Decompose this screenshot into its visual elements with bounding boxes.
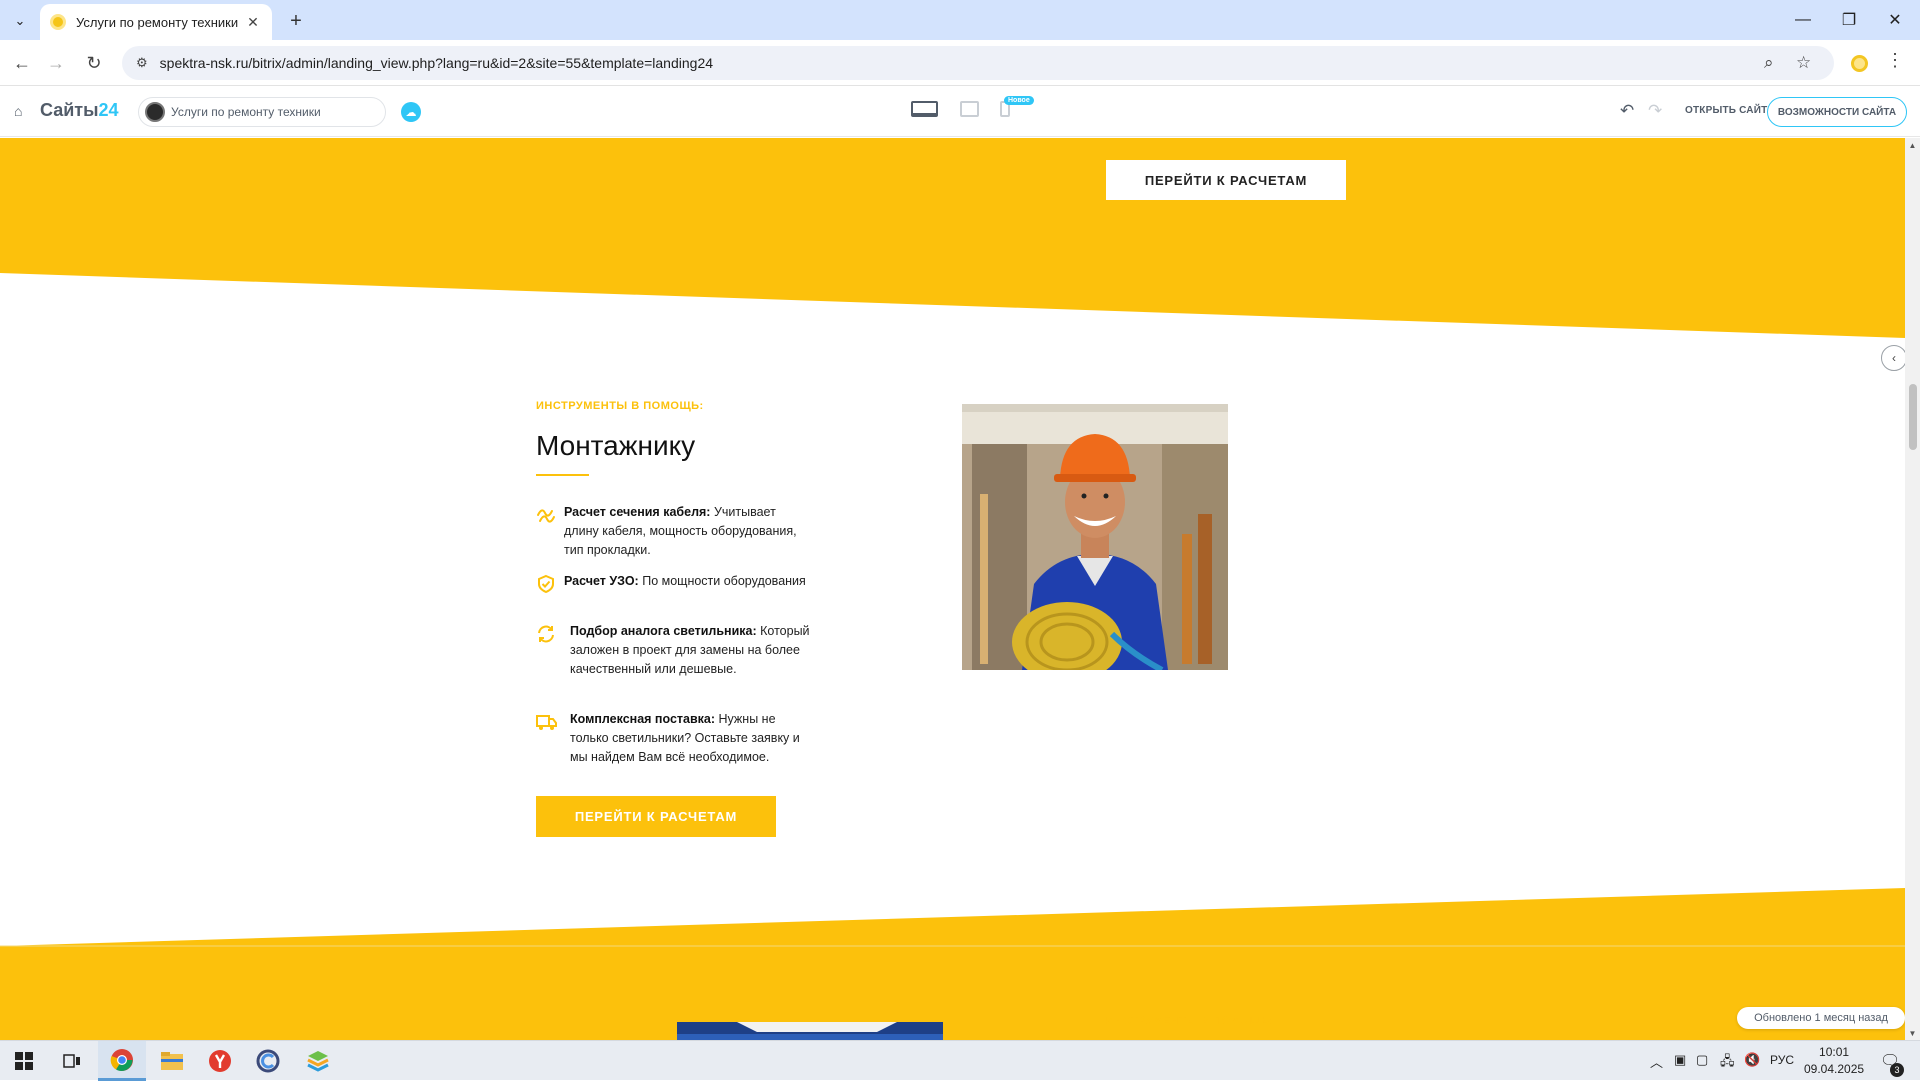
tray-overflow-icon[interactable]: ︿ xyxy=(1650,1052,1663,1071)
home-icon[interactable]: ⌂ xyxy=(14,103,22,119)
landing-viewport: ПЕРЕЙТИ К РАСЧЕТАМ ‹ ИНСТРУМЕНТЫ В ПОМОЩ… xyxy=(0,138,1905,1040)
next-section-photo xyxy=(677,1022,943,1040)
feature-title: Подбор аналога светильника: xyxy=(570,624,757,638)
windows-logo-icon xyxy=(15,1052,33,1070)
truck-icon xyxy=(536,710,558,767)
feature-title: Расчет сечения кабеля: xyxy=(564,505,711,519)
tray-app-icon[interactable]: ▣ xyxy=(1674,1052,1686,1068)
zoom-icon[interactable]: ⌕ xyxy=(1764,46,1774,80)
new-badge: Новое xyxy=(1004,96,1034,105)
chevron-down-icon: ⌄ xyxy=(14,13,26,28)
scrollbar-thumb[interactable] xyxy=(1909,384,1917,450)
bookmark-star-icon[interactable]: ☆ xyxy=(1796,46,1811,80)
scroll-down-icon[interactable]: ▼ xyxy=(1905,1026,1920,1040)
site-favicon-icon xyxy=(50,14,66,30)
c-app-icon xyxy=(256,1049,280,1073)
arrow-left-icon: ← xyxy=(13,52,31,73)
address-bar[interactable]: ⚙ spektra-nsk.ru/bitrix/admin/landing_vi… xyxy=(122,46,1834,80)
next-section-subtitle: ИНСТРУМЕНТЫ В ПОМОЩЬ: xyxy=(1106,1015,1274,1027)
tray-monitor-icon[interactable]: ▢ xyxy=(1696,1052,1708,1068)
folder-icon xyxy=(161,1052,183,1070)
bitrix-panel: ⌂ Сайты24 Услуги по ремонту техники ☁ Но… xyxy=(0,87,1920,137)
back-button[interactable]: ← xyxy=(8,49,36,77)
browser-tab-strip: ⌄ Услуги по ремонту техники ✕ + — ❐ ✕ xyxy=(0,0,1920,40)
section-calc-button[interactable]: ПЕРЕЙТИ К РАСЧЕТАМ xyxy=(536,796,776,837)
page-scrollbar[interactable]: ▲ ▼ xyxy=(1905,138,1920,1040)
layers-icon xyxy=(307,1051,329,1072)
task-view-icon xyxy=(63,1054,80,1068)
minimize-button[interactable]: — xyxy=(1780,0,1826,40)
volume-muted-icon[interactable]: 🔇 xyxy=(1744,1052,1760,1068)
tablet-view-icon[interactable] xyxy=(960,101,979,117)
feature-item: Расчет УЗО: По мощности оборудования xyxy=(536,572,806,599)
feature-item: Расчет сечения кабеля: Учитывает длину к… xyxy=(536,503,806,560)
site-avatar xyxy=(145,102,165,122)
reload-button[interactable]: ↻ xyxy=(80,49,108,77)
site-selector[interactable]: Услуги по ремонту техники xyxy=(138,97,386,127)
section-title: Монтажнику xyxy=(536,430,696,461)
feature-title: Расчет УЗО: xyxy=(564,574,639,588)
bottom-yellow-section xyxy=(0,888,1905,1040)
shield-check-icon xyxy=(536,572,558,599)
file-explorer-button[interactable] xyxy=(148,1041,196,1081)
plus-icon: + xyxy=(290,9,302,32)
cable-icon xyxy=(536,503,558,560)
browser-tab[interactable]: Услуги по ремонту техники ✕ xyxy=(40,4,272,40)
task-view-button[interactable] xyxy=(48,1041,96,1081)
browser-toolbar: ← → ↻ ⚙ spektra-nsk.ru/bitrix/admin/land… xyxy=(0,40,1920,86)
notification-count-badge: 3 xyxy=(1890,1063,1904,1077)
app-c-button[interactable] xyxy=(244,1041,292,1081)
yandex-browser-button[interactable] xyxy=(196,1041,244,1081)
feature-text: По мощности оборудования xyxy=(638,574,806,588)
url-text: spektra-nsk.ru/bitrix/admin/landing_view… xyxy=(159,55,714,71)
refresh-icon xyxy=(536,622,558,679)
clock[interactable]: 10:01 09.04.2025 xyxy=(1804,1044,1864,1078)
open-site-button[interactable]: ОТКРЫТЬ САЙТ xyxy=(1685,105,1767,116)
cloud-icon[interactable]: ☁ xyxy=(401,102,421,122)
close-tab-icon[interactable]: ✕ xyxy=(244,14,262,31)
top-calc-button[interactable]: ПЕРЕЙТИ К РАСЧЕТАМ xyxy=(1106,160,1346,200)
chrome-taskbar-button[interactable] xyxy=(98,1041,146,1081)
forward-button[interactable]: → xyxy=(42,49,70,77)
network-icon[interactable]: 🖧 xyxy=(1720,1052,1735,1074)
start-button[interactable] xyxy=(0,1041,48,1081)
new-tab-button[interactable]: + xyxy=(282,8,310,34)
clock-date: 09.04.2025 xyxy=(1804,1062,1865,1076)
restore-icon: ❐ xyxy=(1841,12,1857,29)
yandex-icon xyxy=(209,1050,231,1072)
extension-icon[interactable] xyxy=(1851,55,1868,72)
reload-icon: ↻ xyxy=(86,52,102,73)
feature-item: Комплексная поставка: Нужны не только св… xyxy=(536,710,812,767)
layers-app-button[interactable] xyxy=(294,1041,342,1081)
browser-menu-icon[interactable]: ⋮ xyxy=(1886,50,1904,71)
tab-search-button[interactable]: ⌄ xyxy=(6,8,34,34)
arrow-right-icon: → xyxy=(47,52,65,73)
undo-icon[interactable]: ↶ xyxy=(1620,101,1634,121)
site-settings-icon[interactable]: ⚙ xyxy=(136,55,148,71)
feature-title: Комплексная поставка: xyxy=(570,712,716,726)
top-yellow-section xyxy=(0,138,1905,338)
tab-title: Услуги по ремонту техники xyxy=(76,14,239,30)
title-underline xyxy=(536,474,589,476)
redo-icon[interactable]: ↷ xyxy=(1648,101,1662,121)
updated-status-badge: Обновлено 1 месяц назад xyxy=(1737,1007,1905,1029)
chrome-icon xyxy=(110,1048,133,1071)
bitrix-logo[interactable]: Сайты24 xyxy=(40,100,119,121)
technician-photo xyxy=(962,404,1228,670)
restore-button[interactable]: ❐ xyxy=(1826,0,1872,40)
windows-taskbar: ︿ ▣ ▢ 🖧 🔇 РУС 10:01 09.04.2025 🗨 3 xyxy=(0,1040,1920,1081)
section-subtitle: ИНСТРУМЕНТЫ В ПОМОЩЬ: xyxy=(536,400,704,412)
site-selector-label: Услуги по ремонту техники xyxy=(171,105,321,119)
clock-time: 10:01 xyxy=(1819,1045,1850,1059)
close-icon: ✕ xyxy=(1888,12,1902,29)
scroll-up-icon[interactable]: ▲ xyxy=(1905,138,1920,152)
block-collapse-button[interactable]: ‹ xyxy=(1881,345,1905,371)
site-features-button[interactable]: ВОЗМОЖНОСТИ САЙТА xyxy=(1767,97,1907,127)
minimize-icon: — xyxy=(1795,11,1811,28)
chevron-left-icon: ‹ xyxy=(1892,351,1896,365)
language-indicator[interactable]: РУС xyxy=(1770,1053,1794,1067)
desktop-view-icon[interactable] xyxy=(911,101,938,117)
feature-item: Подбор аналога светильника: Который зало… xyxy=(536,622,812,679)
close-window-button[interactable]: ✕ xyxy=(1872,0,1918,40)
